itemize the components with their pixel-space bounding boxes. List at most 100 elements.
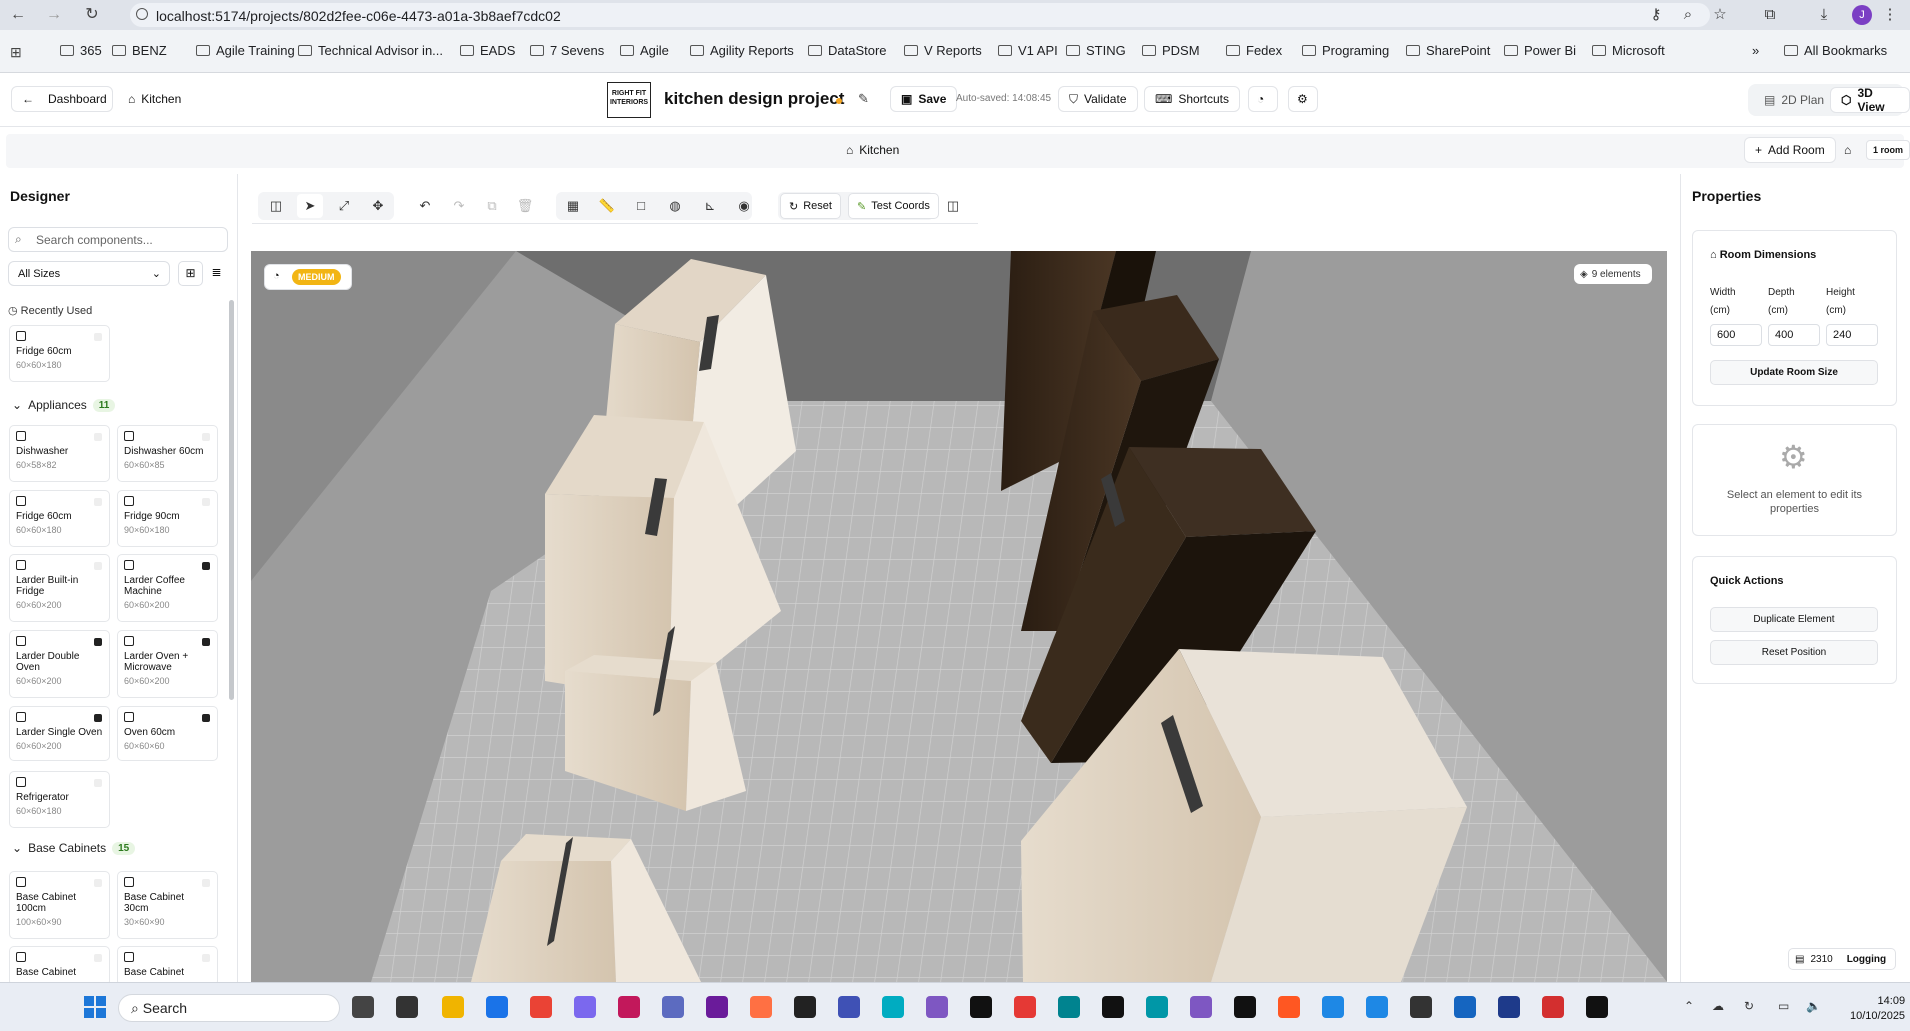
reset-button[interactable]: ↻ Reset bbox=[780, 193, 841, 219]
component-card[interactable]: Larder Oven + Microwave 60×60×200 bbox=[117, 630, 218, 698]
component-card[interactable]: Dishwasher 60×58×82 bbox=[9, 425, 110, 482]
settings-button[interactable]: ⚙ bbox=[1288, 86, 1318, 112]
favorite-marker[interactable] bbox=[202, 954, 210, 962]
bookmark-item[interactable]: Fedex bbox=[1226, 43, 1282, 58]
bookmark-star-icon[interactable]: ☆ bbox=[1710, 5, 1730, 25]
list-view-button[interactable]: ≣ bbox=[204, 261, 229, 286]
component-card[interactable]: Fridge 90cm 90×60×180 bbox=[117, 490, 218, 547]
validate-button[interactable]: ⛉ Validate bbox=[1058, 86, 1138, 112]
taskbar-app-icon[interactable] bbox=[574, 996, 596, 1018]
taskbar-app-icon[interactable] bbox=[1366, 996, 1388, 1018]
taskbar-app-icon[interactable] bbox=[396, 996, 418, 1018]
zoom-icon[interactable]: ⌕ bbox=[1678, 5, 1698, 25]
sidebar-scrollbar[interactable] bbox=[229, 300, 234, 700]
taskbar-app-icon[interactable] bbox=[1014, 996, 1036, 1018]
component-card[interactable]: Larder Coffee Machine 60×60×200 bbox=[117, 554, 218, 622]
taskbar-app-icon[interactable] bbox=[970, 996, 992, 1018]
all-bookmarks[interactable]: All Bookmarks bbox=[1784, 43, 1887, 58]
bookmark-item[interactable]: SharePoint bbox=[1406, 43, 1490, 58]
favorite-marker[interactable] bbox=[202, 562, 210, 570]
taskbar-app-icon[interactable] bbox=[750, 996, 772, 1018]
taskbar-app-icon[interactable] bbox=[1102, 996, 1124, 1018]
logging-chip[interactable]: ▤ 2310 Logging bbox=[1788, 948, 1896, 970]
url-text[interactable]: localhost:5174/projects/802d2fee-c06e-44… bbox=[156, 8, 561, 24]
volume-icon[interactable]: 🔈 bbox=[1806, 999, 1821, 1013]
component-card[interactable]: Oven 60cm 60×60×60 bbox=[117, 706, 218, 761]
component-card[interactable]: Base Cabinet bbox=[117, 946, 218, 986]
taskbar-app-icon[interactable] bbox=[352, 996, 374, 1018]
taskbar-app-icon[interactable] bbox=[530, 996, 552, 1018]
extensions-icon[interactable]: ⧉ bbox=[1760, 5, 1780, 25]
measure-icon[interactable]: 📏 bbox=[594, 194, 620, 218]
breadcrumb-kitchen[interactable]: ⌂ Kitchen bbox=[118, 86, 191, 112]
favorite-marker[interactable] bbox=[202, 714, 210, 722]
search-placeholder[interactable]: Search components... bbox=[36, 233, 153, 247]
duplicate-element-button[interactable]: Duplicate Element bbox=[1710, 607, 1878, 632]
copy-icon[interactable]: ⧉ bbox=[479, 194, 505, 218]
windows-start-icon[interactable] bbox=[84, 996, 106, 1018]
taskbar-app-icon[interactable] bbox=[1190, 996, 1212, 1018]
taskbar-app-icon[interactable] bbox=[1146, 996, 1168, 1018]
bookmark-item[interactable]: Agility Reports bbox=[690, 43, 794, 58]
redo-icon[interactable]: ↷ bbox=[446, 194, 472, 218]
taskbar-app-icon[interactable] bbox=[442, 996, 464, 1018]
taskbar-app-icon[interactable] bbox=[1410, 996, 1432, 1018]
shortcuts-button[interactable]: ⌨ Shortcuts bbox=[1144, 86, 1241, 112]
favorite-marker[interactable] bbox=[94, 433, 102, 441]
component-card[interactable]: Larder Single Oven 60×60×200 bbox=[9, 706, 110, 761]
component-card[interactable]: Base Cabinet 30cm 30×60×90 bbox=[117, 871, 218, 939]
bookmark-item[interactable]: Microsoft bbox=[1592, 43, 1665, 58]
forward-icon[interactable]: → bbox=[44, 5, 64, 25]
move-tool-icon[interactable]: ✥ bbox=[365, 194, 391, 218]
bookmark-item[interactable]: 7 Sevens bbox=[530, 43, 604, 58]
bookmark-item[interactable]: PDSM bbox=[1142, 43, 1200, 58]
panel-toggle-icon[interactable]: ◫ bbox=[940, 194, 966, 218]
favorite-marker[interactable] bbox=[94, 333, 102, 341]
bookmark-item[interactable]: STING bbox=[1066, 43, 1126, 58]
apps-grid-icon[interactable]: ⊞ bbox=[10, 44, 22, 61]
3d-canvas[interactable] bbox=[251, 251, 1667, 982]
favorite-marker[interactable] bbox=[202, 498, 210, 506]
component-card[interactable]: Base Cabinet 100cm 100×60×90 bbox=[9, 871, 110, 939]
bookmark-item[interactable]: Agile bbox=[620, 43, 669, 58]
taskbar-app-icon[interactable] bbox=[1322, 996, 1344, 1018]
back-icon[interactable]: ← bbox=[8, 5, 28, 25]
system-clock[interactable]: 14:09 10/10/2025 bbox=[1850, 994, 1905, 1024]
2d-plan-button[interactable]: ▤ 2D Plan bbox=[1754, 87, 1834, 113]
taskbar-app-icon[interactable] bbox=[794, 996, 816, 1018]
taskbar-app-icon[interactable] bbox=[926, 996, 948, 1018]
3d-view-button[interactable]: ⬡ 3D View bbox=[1830, 86, 1910, 114]
component-card[interactable]: Refrigerator 60×60×180 bbox=[9, 771, 110, 828]
edit-pencil-icon[interactable]: ✎ bbox=[858, 91, 869, 107]
taskbar-app-icon[interactable] bbox=[1586, 996, 1608, 1018]
cloud-icon[interactable]: ☁ bbox=[1712, 999, 1724, 1013]
sync-icon[interactable]: ↻ bbox=[1744, 999, 1754, 1013]
taskbar-search[interactable]: ⌕ Search bbox=[118, 994, 340, 1022]
taskbar-app-icon[interactable] bbox=[662, 996, 684, 1018]
favorite-marker[interactable] bbox=[94, 638, 102, 646]
sidebar-toggle-icon[interactable]: ◫ bbox=[263, 194, 289, 218]
bookmark-item[interactable]: V Reports bbox=[904, 43, 982, 58]
favorite-marker[interactable] bbox=[94, 714, 102, 722]
taskbar-app-icon[interactable] bbox=[1058, 996, 1080, 1018]
profile-avatar[interactable]: J bbox=[1852, 5, 1872, 25]
menu-dots-icon[interactable]: ⋮ bbox=[1880, 5, 1900, 25]
fullscreen-icon[interactable]: ⤢ bbox=[331, 194, 357, 218]
taskbar-app-icon[interactable] bbox=[838, 996, 860, 1018]
favorite-marker[interactable] bbox=[94, 779, 102, 787]
component-card[interactable]: Base Cabinet bbox=[9, 946, 110, 986]
grid-icon[interactable]: ▦ bbox=[560, 194, 586, 218]
favorite-marker[interactable] bbox=[94, 879, 102, 887]
bookmark-item[interactable]: Agile Training bbox=[196, 43, 295, 58]
bookmark-item[interactable]: 365 bbox=[60, 43, 102, 58]
taskbar-app-icon[interactable] bbox=[1498, 996, 1520, 1018]
bookmark-item[interactable]: DataStore bbox=[808, 43, 887, 58]
update-room-size-button[interactable]: Update Room Size bbox=[1710, 360, 1878, 385]
favorite-marker[interactable] bbox=[94, 954, 102, 962]
bookmark-item[interactable]: BENZ bbox=[112, 43, 167, 58]
downloads-icon[interactable]: ⤓ bbox=[1814, 5, 1834, 25]
undo-icon[interactable]: ↶ bbox=[412, 194, 438, 218]
palette-icon[interactable]: ◍ bbox=[662, 194, 688, 218]
component-card[interactable]: Fridge 60cm 60×60×180 bbox=[9, 325, 110, 382]
eye-icon[interactable]: ◉ bbox=[731, 194, 757, 218]
